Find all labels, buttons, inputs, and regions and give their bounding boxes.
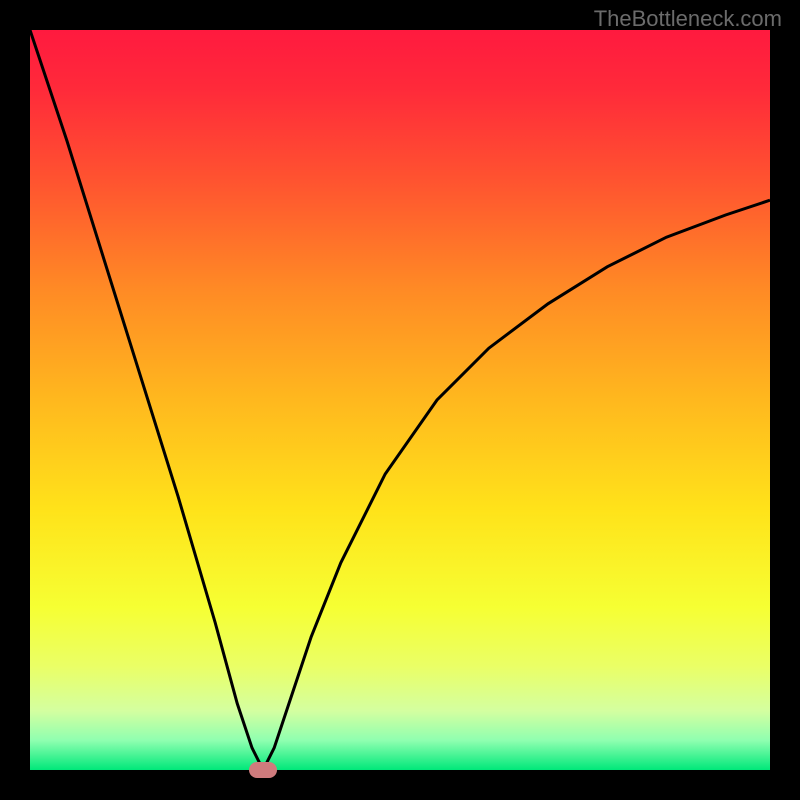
plot-area — [30, 30, 770, 770]
gradient-background — [30, 30, 770, 770]
optimal-marker — [249, 762, 277, 778]
chart-svg — [30, 30, 770, 770]
watermark-text: TheBottleneck.com — [594, 6, 782, 32]
